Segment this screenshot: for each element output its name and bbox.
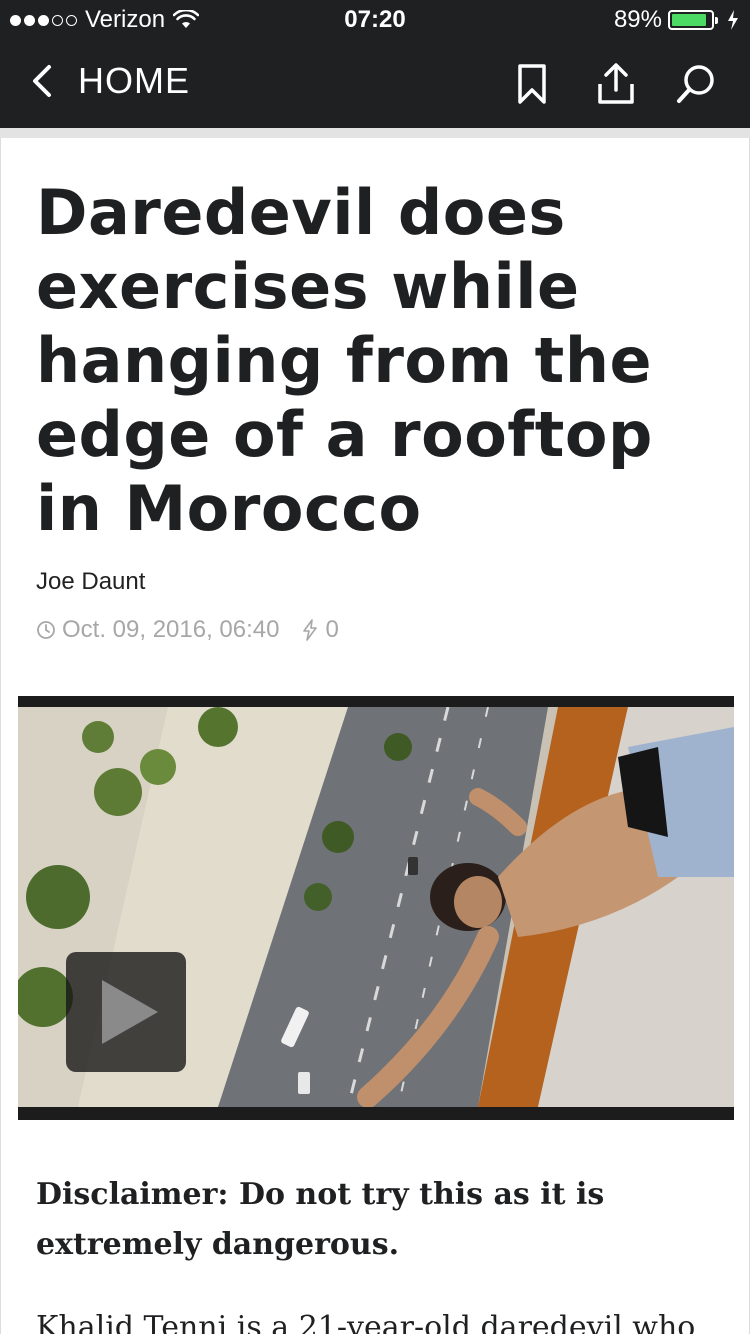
bolt-icon xyxy=(302,619,317,641)
article-meta: Oct. 09, 2016, 06:40 0 xyxy=(36,616,339,644)
share-icon[interactable] xyxy=(594,62,638,106)
battery-icon xyxy=(668,10,718,30)
back-label: HOME xyxy=(78,60,190,101)
article-disclaimer: Disclaimer: Do not try this as it is ext… xyxy=(36,1177,605,1262)
back-button[interactable]: HOME xyxy=(30,60,190,102)
status-right: 89% xyxy=(614,6,740,34)
search-icon[interactable] xyxy=(674,62,718,106)
reaction-count: 0 xyxy=(325,616,339,643)
video-player[interactable] xyxy=(18,696,734,1120)
play-icon xyxy=(102,980,158,1044)
article-date: Oct. 09, 2016, 06:40 xyxy=(62,616,280,643)
article-author[interactable]: Joe Daunt xyxy=(36,568,145,596)
bookmark-icon[interactable] xyxy=(510,62,554,106)
article-body-text: Khalid Tenni is a 21-year-old daredevil … xyxy=(36,1310,696,1334)
header-divider xyxy=(0,128,750,138)
article-content: Daredevil does exercises while hanging f… xyxy=(0,138,750,1334)
battery-percent: 89% xyxy=(613,6,662,33)
article-headline: Daredevil does exercises while hanging f… xyxy=(36,176,653,545)
clock-icon xyxy=(37,621,55,639)
chevron-left-icon xyxy=(33,65,51,97)
charging-bolt-icon xyxy=(728,10,738,30)
play-button[interactable] xyxy=(66,952,186,1072)
status-bar: Verizon 07:20 89% xyxy=(0,0,750,40)
nav-bar: HOME xyxy=(0,40,750,128)
